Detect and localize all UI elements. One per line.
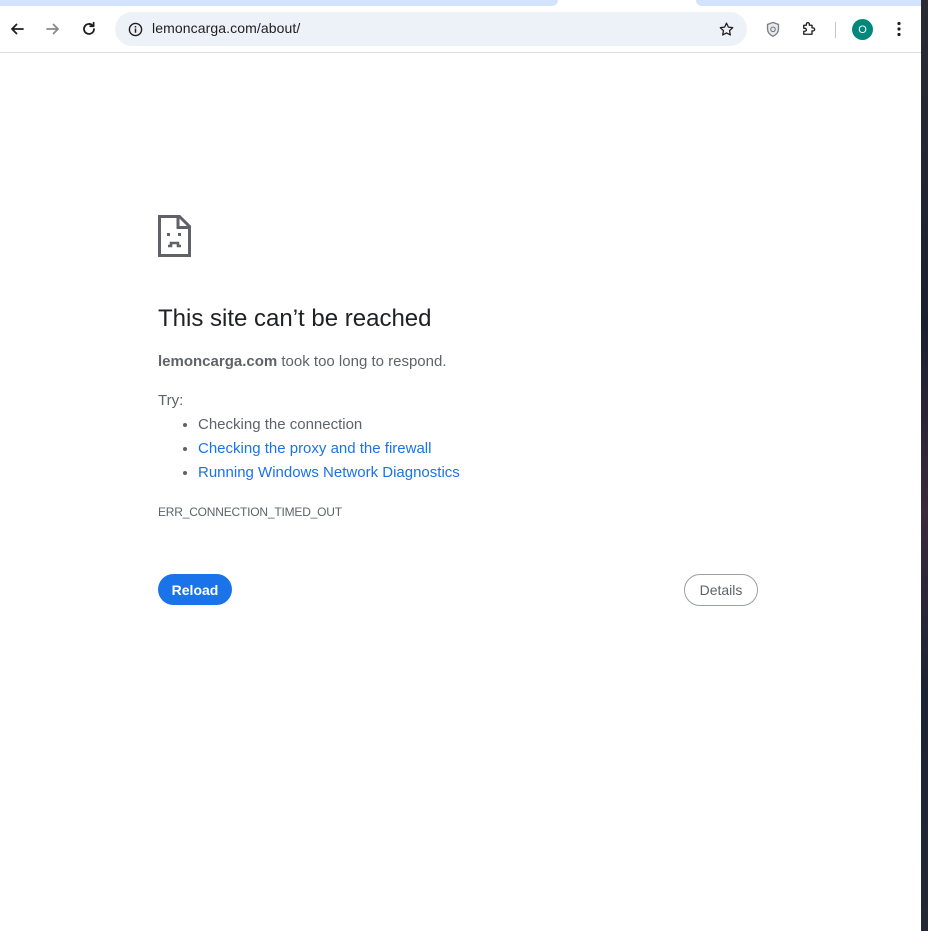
error-code: ERR_CONNECTION_TIMED_OUT [158, 505, 342, 519]
url-text[interactable]: lemoncarga.com/about/ [152, 20, 300, 36]
back-button[interactable] [1, 13, 33, 45]
browser-menu-button[interactable] [883, 13, 915, 45]
suggestion-network-diagnostics-link[interactable]: Running Windows Network Diagnostics [198, 464, 460, 481]
arrow-left-icon [11, 23, 24, 35]
bookmark-button[interactable] [713, 16, 739, 42]
desktop-background-strip [921, 0, 928, 931]
browser-toolbar: lemoncarga.com/about/ O [0, 6, 921, 53]
suggestion-item: Running Windows Network Diagnostics [198, 461, 460, 485]
error-host: lemoncarga.com [158, 353, 278, 370]
details-button[interactable]: Details [684, 574, 758, 606]
puzzle-icon [803, 22, 816, 35]
try-label: Try: [158, 392, 184, 409]
sad-document-icon [158, 215, 191, 257]
error-page: This site can’t be reached lemoncarga.co… [0, 53, 921, 931]
extension-shield-button[interactable] [757, 13, 789, 45]
toolbar-divider [835, 22, 836, 38]
suggestion-item: Checking the connection [198, 413, 460, 437]
site-info-button[interactable] [122, 16, 148, 42]
address-bar[interactable]: lemoncarga.com/about/ [115, 12, 747, 46]
reload-icon [83, 21, 95, 35]
suggestion-item: Checking the proxy and the firewall [198, 437, 460, 461]
suggestion-check-proxy-link[interactable]: Checking the proxy and the firewall [198, 440, 431, 457]
shield-icon [766, 21, 780, 37]
star-icon [719, 21, 733, 36]
profile-avatar[interactable]: O [852, 19, 873, 40]
suggestion-check-connection: Checking the connection [198, 416, 363, 433]
error-title: This site can’t be reached [158, 305, 432, 332]
arrow-right-icon [46, 23, 59, 35]
info-icon [128, 22, 142, 36]
forward-button[interactable] [37, 13, 69, 45]
error-message: took too long to respond. [277, 353, 447, 370]
suggestion-list: Checking the connection Checking the pro… [158, 413, 460, 485]
reload-button[interactable]: Reload [158, 574, 232, 605]
vertical-dots-icon [897, 21, 901, 37]
extensions-button[interactable] [793, 13, 825, 45]
error-description: lemoncarga.com took too long to respond. [158, 353, 447, 370]
reload-page-button[interactable] [73, 13, 105, 45]
